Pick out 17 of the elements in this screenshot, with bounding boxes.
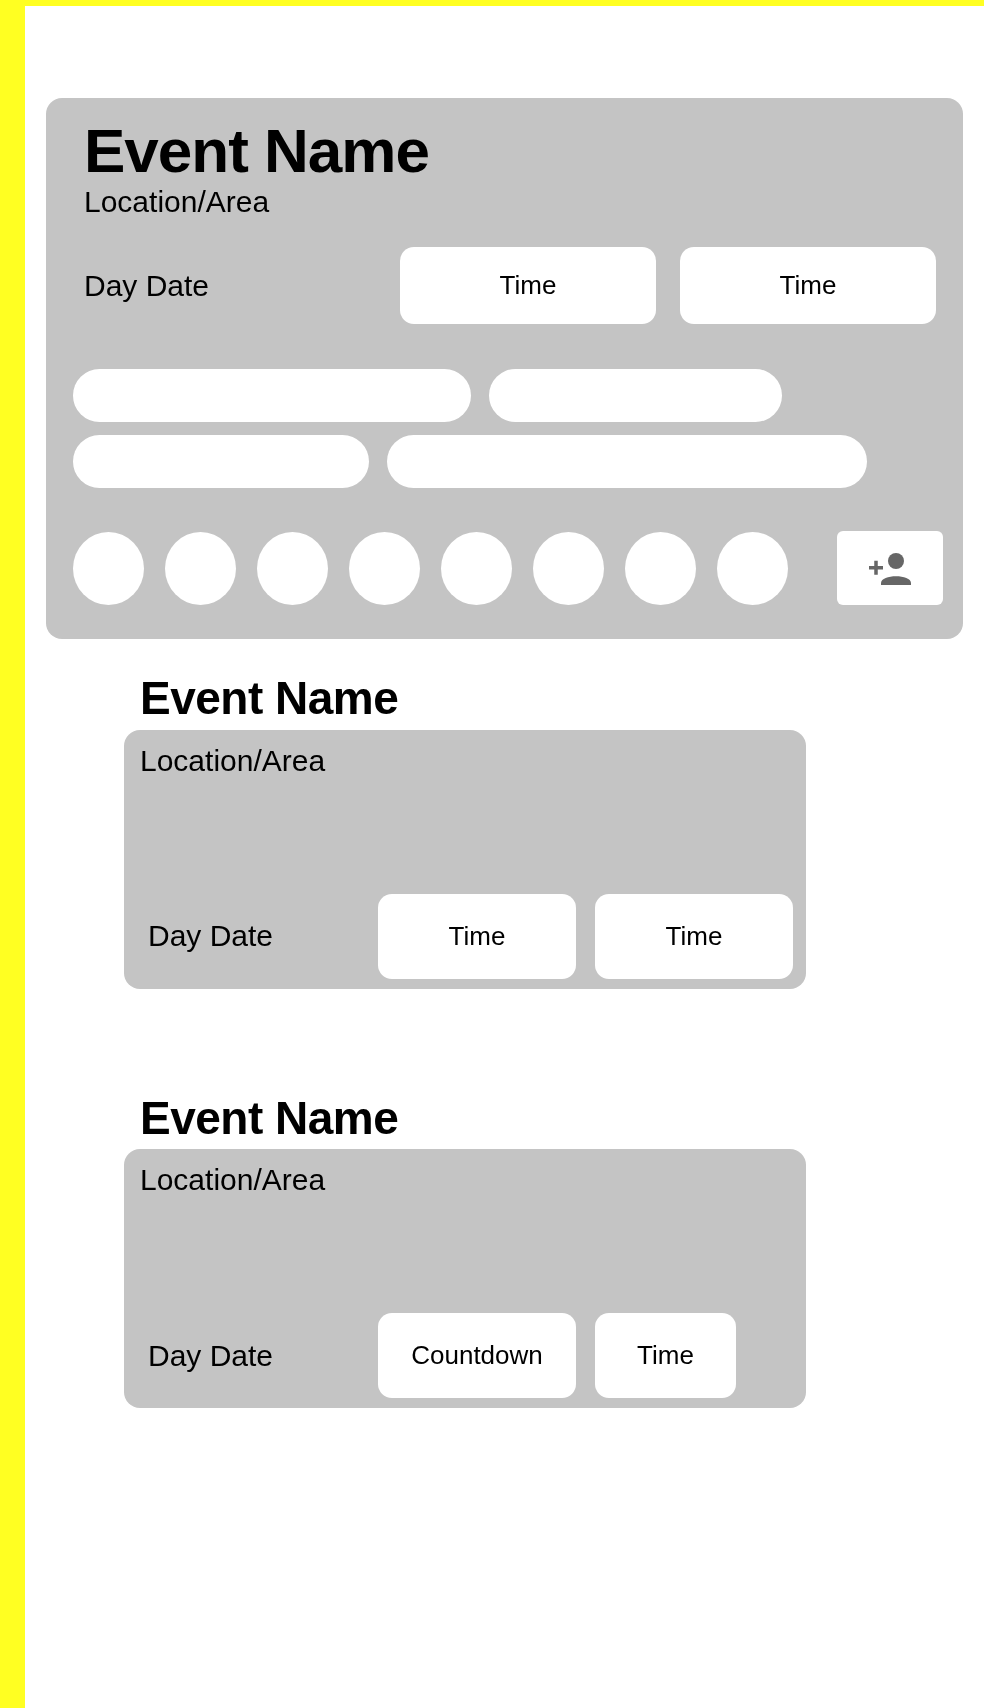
event-title: Event Name [140,673,400,724]
add-person-icon [867,550,913,587]
event-date: Day Date [148,1338,275,1373]
time-button[interactable]: Time [595,893,793,979]
event-location: Location/Area [140,743,327,778]
event-date: Day Date [84,268,211,303]
countdown-button[interactable]: Countdown [378,1313,576,1399]
event-location: Location/Area [140,1163,327,1198]
add-person-button[interactable] [837,531,943,606]
time-button[interactable]: Time [400,247,656,325]
event-title: Event Name [84,118,430,184]
time-button[interactable]: Time [595,1313,736,1399]
event-date: Day Date [148,919,275,954]
time-button[interactable]: Time [378,893,576,979]
event-title: Event Name [140,1092,400,1144]
time-button[interactable]: Time [680,247,936,325]
event-location: Location/Area [84,185,271,220]
